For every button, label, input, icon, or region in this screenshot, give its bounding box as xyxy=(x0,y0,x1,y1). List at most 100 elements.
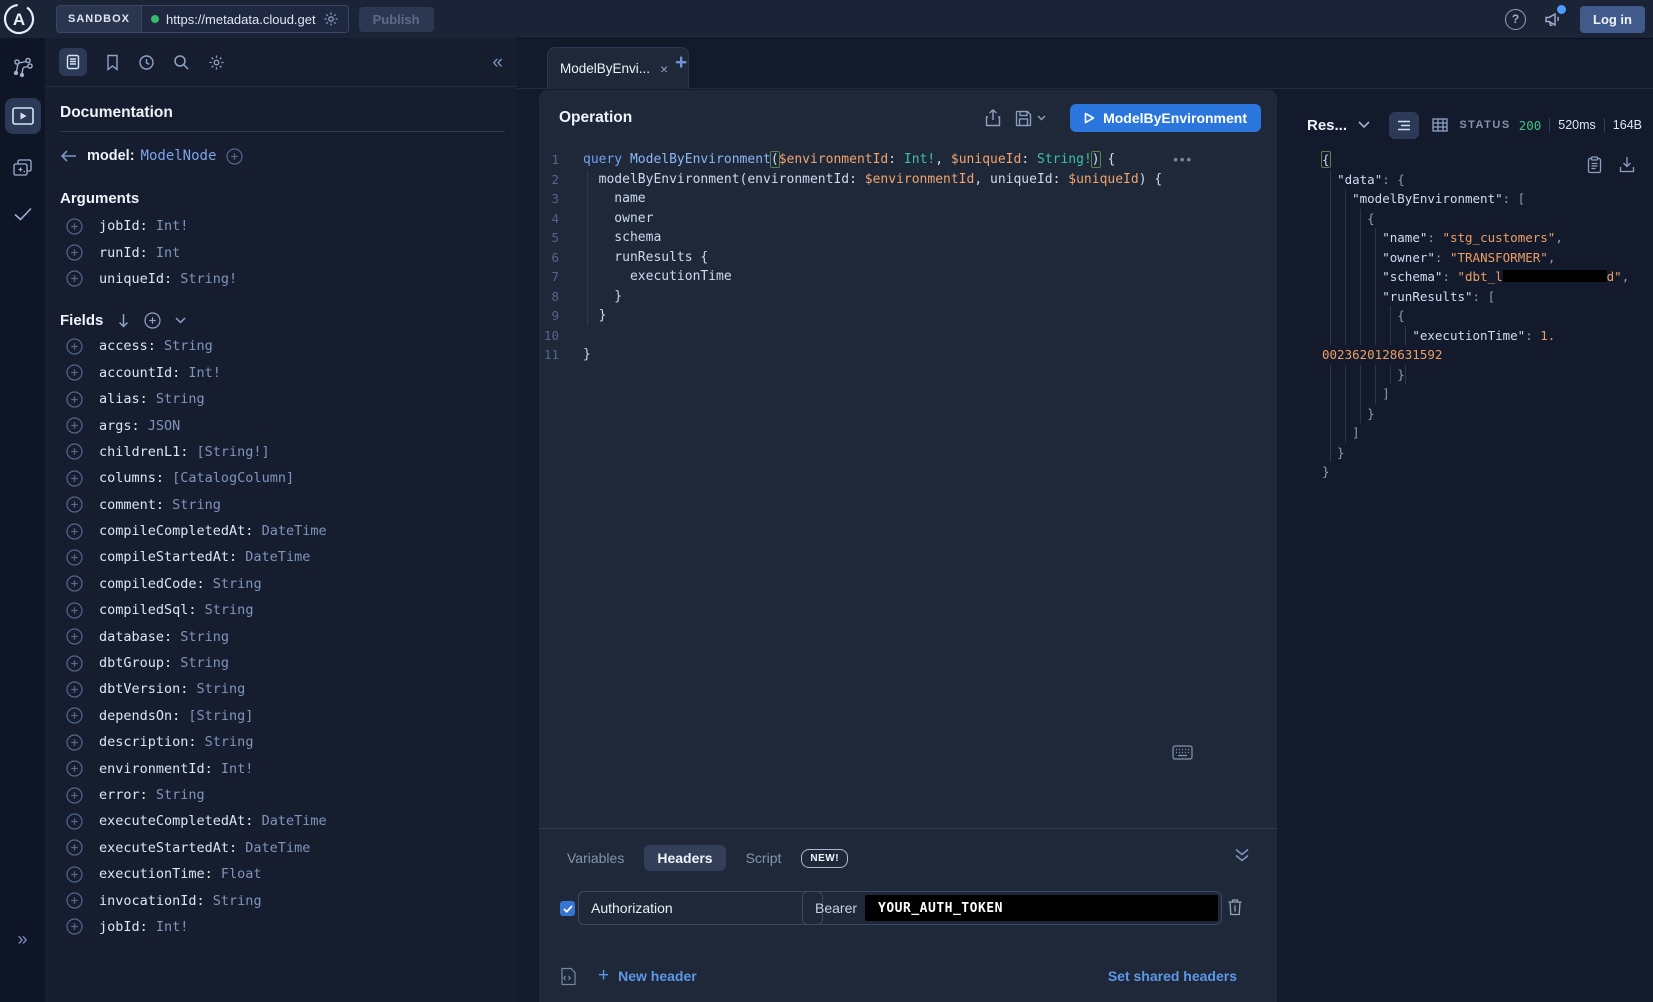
field-row[interactable]: environmentId: Int! xyxy=(45,755,517,781)
endpoint-url[interactable]: https://metadata.cloud.get xyxy=(166,12,316,27)
tab-headers[interactable]: Headers xyxy=(644,845,725,871)
apollo-logo[interactable]: A xyxy=(2,2,36,36)
fields-options-chevron-icon[interactable] xyxy=(175,317,186,324)
back-arrow-icon[interactable] xyxy=(60,149,77,163)
add-to-query-icon[interactable] xyxy=(66,760,83,777)
add-to-query-icon[interactable] xyxy=(66,681,83,698)
login-button[interactable]: Log in xyxy=(1580,6,1645,33)
editor-menu-button[interactable]: ••• xyxy=(1173,152,1193,167)
field-row[interactable]: childrenL1: [String!] xyxy=(45,439,517,465)
add-to-query-icon[interactable] xyxy=(66,734,83,751)
sidebar-item-explorer[interactable] xyxy=(5,98,41,134)
field-row[interactable]: description: String xyxy=(45,729,517,755)
add-to-query-icon[interactable] xyxy=(66,270,83,287)
field-row[interactable]: dbtVersion: String xyxy=(45,676,517,702)
add-tab-button[interactable]: + xyxy=(675,52,687,73)
field-row[interactable]: columns: [CatalogColumn] xyxy=(45,465,517,491)
run-operation-button[interactable]: ModelByEnvironment xyxy=(1070,104,1261,132)
add-to-query-icon[interactable] xyxy=(66,575,83,592)
expand-rail-button[interactable]: » xyxy=(0,929,45,950)
tab-search[interactable] xyxy=(173,54,190,71)
add-field-to-query-icon[interactable] xyxy=(226,148,243,165)
add-to-query-icon[interactable] xyxy=(66,918,83,935)
field-row[interactable]: compileCompletedAt: DateTime xyxy=(45,518,517,544)
collapse-drawer-button[interactable] xyxy=(1234,848,1250,862)
sidebar-item-collections[interactable] xyxy=(0,158,45,178)
field-row[interactable]: executeCompletedAt: DateTime xyxy=(45,808,517,834)
add-to-query-icon[interactable] xyxy=(66,523,83,540)
add-to-query-icon[interactable] xyxy=(66,892,83,909)
add-to-query-icon[interactable] xyxy=(66,628,83,645)
field-row[interactable]: error: String xyxy=(45,782,517,808)
argument-row[interactable]: runId: Int xyxy=(45,239,517,265)
tab-documentation[interactable] xyxy=(59,48,87,76)
header-value-field[interactable]: Bearer YOUR_AUTH_TOKEN xyxy=(802,891,1222,925)
tab-history[interactable] xyxy=(138,54,155,71)
help-icon[interactable]: ? xyxy=(1505,9,1526,30)
field-row[interactable]: alias: String xyxy=(45,386,517,412)
add-to-query-icon[interactable] xyxy=(66,391,83,408)
add-to-query-icon[interactable] xyxy=(66,655,83,672)
field-row[interactable]: invocationId: String xyxy=(45,887,517,913)
breadcrumb-type-link[interactable]: ModelNode xyxy=(141,148,217,164)
save-options-chevron-icon[interactable] xyxy=(1037,115,1046,121)
add-to-query-icon[interactable] xyxy=(66,496,83,513)
add-to-query-icon[interactable] xyxy=(66,866,83,883)
add-to-query-icon[interactable] xyxy=(66,417,83,434)
tab-script[interactable]: Script xyxy=(736,845,792,871)
add-to-query-icon[interactable] xyxy=(66,218,83,235)
delete-header-button[interactable] xyxy=(1227,898,1243,916)
new-header-button[interactable]: + New header xyxy=(598,966,697,985)
add-to-query-icon[interactable] xyxy=(66,787,83,804)
close-tab-icon[interactable]: × xyxy=(660,61,668,77)
preflight-script-icon[interactable] xyxy=(560,967,577,986)
operation-tab[interactable]: ModelByEnvi... × xyxy=(547,47,689,89)
add-to-query-icon[interactable] xyxy=(66,244,83,261)
response-chevron-icon[interactable] xyxy=(1358,121,1370,129)
add-to-query-icon[interactable] xyxy=(66,364,83,381)
operation-code[interactable]: 1query ModelByEnvironment($environmentId… xyxy=(539,150,1277,365)
view-formatted-button[interactable] xyxy=(1389,112,1419,139)
add-all-fields-icon[interactable] xyxy=(144,312,161,329)
add-to-query-icon[interactable] xyxy=(66,839,83,856)
graph-nav-icon[interactable] xyxy=(0,56,45,80)
argument-row[interactable]: uniqueId: String! xyxy=(45,266,517,292)
sidebar-item-checks[interactable] xyxy=(0,206,45,222)
header-key-input[interactable] xyxy=(578,891,823,925)
set-shared-headers-link[interactable]: Set shared headers xyxy=(1108,968,1237,984)
publish-button[interactable]: Publish xyxy=(359,7,434,32)
tab-explorer-settings[interactable] xyxy=(208,54,225,71)
tab-variables[interactable]: Variables xyxy=(557,845,634,871)
view-table-button[interactable] xyxy=(1432,118,1448,132)
announcements-button[interactable] xyxy=(1543,9,1563,29)
field-row[interactable]: access: String xyxy=(45,333,517,359)
field-row[interactable]: compiledCode: String xyxy=(45,571,517,597)
add-to-query-icon[interactable] xyxy=(66,549,83,566)
field-row[interactable]: args: JSON xyxy=(45,412,517,438)
field-row[interactable]: database: String xyxy=(45,623,517,649)
argument-row[interactable]: jobId: Int! xyxy=(45,213,517,239)
add-to-query-icon[interactable] xyxy=(66,813,83,830)
add-to-query-icon[interactable] xyxy=(66,470,83,487)
add-to-query-icon[interactable] xyxy=(66,338,83,355)
add-to-query-icon[interactable] xyxy=(66,707,83,724)
header-enabled-checkbox[interactable] xyxy=(560,901,575,916)
keyboard-shortcuts-icon[interactable] xyxy=(1172,745,1193,760)
endpoint-url-box[interactable]: https://metadata.cloud.get xyxy=(142,6,348,32)
endpoint-settings-icon[interactable] xyxy=(323,11,339,27)
tab-saved-operations[interactable] xyxy=(105,54,120,71)
field-row[interactable]: executeStartedAt: DateTime xyxy=(45,835,517,861)
field-row[interactable]: executionTime: Float xyxy=(45,861,517,887)
add-to-query-icon[interactable] xyxy=(66,443,83,460)
add-to-query-icon[interactable] xyxy=(66,602,83,619)
field-row[interactable]: comment: String xyxy=(45,492,517,518)
field-row[interactable]: dependsOn: [String] xyxy=(45,703,517,729)
field-row[interactable]: accountId: Int! xyxy=(45,360,517,386)
response-json[interactable]: { "data": { "modelByEnvironment": [ { "n… xyxy=(1322,150,1629,482)
field-row[interactable]: dbtGroup: String xyxy=(45,650,517,676)
response-title[interactable]: Res... xyxy=(1307,117,1347,134)
share-icon[interactable] xyxy=(985,109,1001,127)
field-row[interactable]: jobId: Int! xyxy=(45,914,517,940)
field-row[interactable]: compiledSql: String xyxy=(45,597,517,623)
collapse-panel-button[interactable]: « xyxy=(492,53,503,72)
